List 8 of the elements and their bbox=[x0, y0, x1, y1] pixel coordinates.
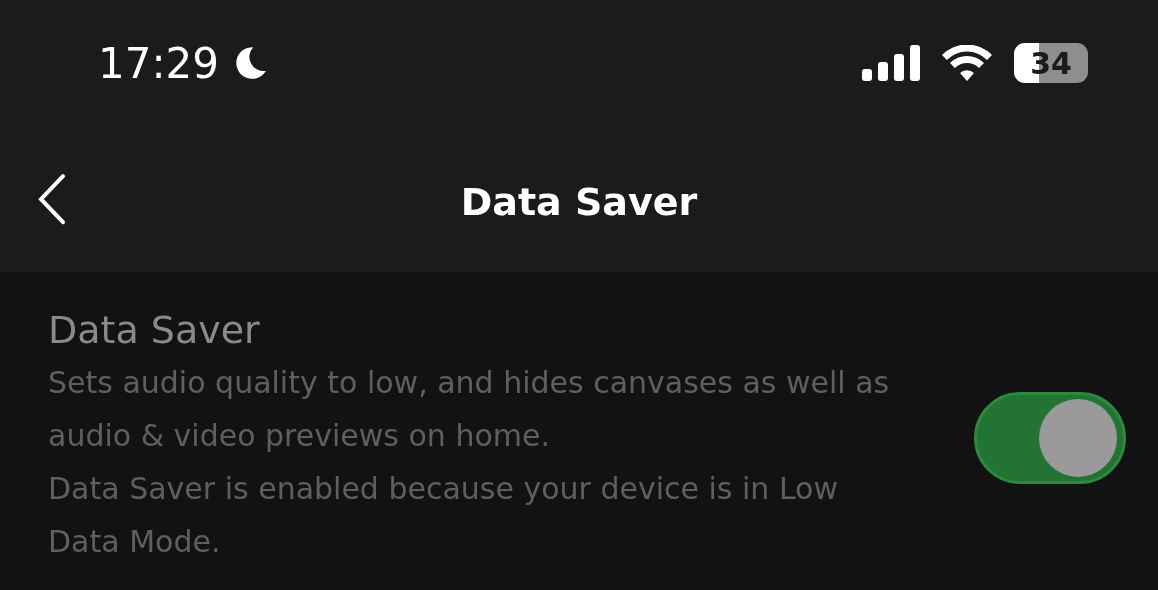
setting-title: Data Saver bbox=[48, 308, 261, 352]
page-title: Data Saver bbox=[460, 180, 698, 224]
back-chevron-icon bbox=[38, 173, 66, 226]
wifi-icon bbox=[942, 45, 992, 81]
signal-icon bbox=[862, 45, 920, 81]
status-time: 17:29 bbox=[98, 38, 220, 88]
setting-description: Sets audio quality to low, and hides canvases as well as audio & video previews on home. bbox=[48, 364, 891, 455]
setting-description: Data Saver is enabled because your device is in Low Data Mode. bbox=[48, 470, 839, 561]
